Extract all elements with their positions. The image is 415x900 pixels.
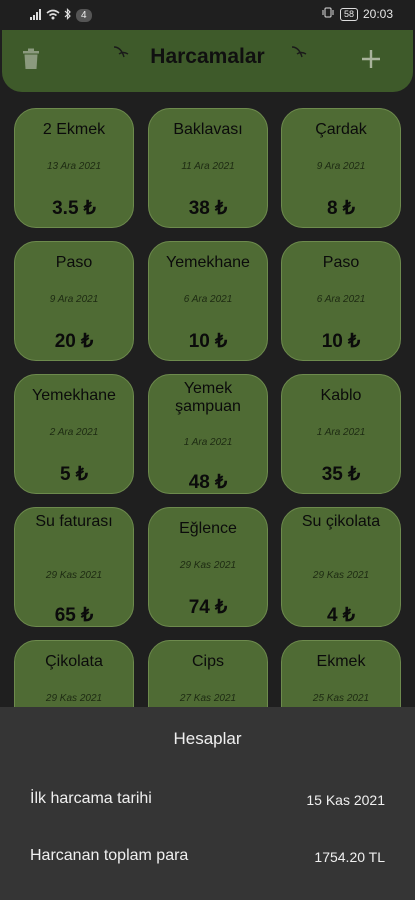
expense-amount: 38 ₺ [188,198,228,219]
expense-card[interactable]: Paso 6 Ara 2021 10 ₺ [281,241,401,361]
bluetooth-icon [64,8,72,23]
first-expense-date-label: İlk harcama tarihi [30,790,152,807]
expense-date: 1 Ara 2021 [183,437,233,448]
app-bar: Harcamalar [2,30,413,92]
expense-amount: 65 ₺ [54,605,94,626]
expense-amount: 48 ₺ [188,472,228,493]
expense-date: 13 Ara 2021 [46,161,102,172]
expense-card[interactable]: Yemekhane 2 Ara 2021 5 ₺ [14,374,134,494]
expense-title: Su faturası [35,513,113,530]
expense-amount: 3.5 ₺ [52,198,96,219]
expense-date: 25 Kas 2021 [312,693,370,704]
expense-amount: 8 ₺ [327,198,355,219]
expense-date: 29 Kas 2021 [45,570,103,581]
notification-badge: 4 [76,9,92,22]
expense-card[interactable]: Kablo 1 Ara 2021 35 ₺ [281,374,401,494]
summary-sheet: Hesaplar İlk harcama tarihi 15 Kas 2021 … [0,707,415,900]
expense-title: Yemekhane [166,254,250,271]
expense-card[interactable]: Paso 9 Ara 2021 20 ₺ [14,241,134,361]
expense-title: Yemek şampuan [175,380,241,415]
expense-amount: 5 ₺ [60,464,88,485]
status-time: 20:03 [362,7,393,21]
expense-date: 6 Ara 2021 [183,294,233,305]
first-expense-date-value: 15 Kas 2021 [306,792,385,808]
expense-card[interactable]: Baklavası 11 Ara 2021 38 ₺ [148,108,268,228]
expense-card[interactable]: Yemek şampuan 1 Ara 2021 48 ₺ [148,374,268,494]
expense-card[interactable]: Eğlence 29 Kas 2021 74 ₺ [148,507,268,627]
expense-date: 29 Kas 2021 [45,693,103,704]
expense-title: Kablo [320,387,362,404]
expense-card[interactable]: Yemekhane 6 Ara 2021 10 ₺ [148,241,268,361]
expense-title: Yemekhane [32,387,116,404]
expense-title: Paso [322,254,360,271]
expense-card[interactable]: Su çikolata 29 Kas 2021 4 ₺ [281,507,401,627]
total-spent-label: Harcanan toplam para [30,847,189,864]
vibrate-icon [321,7,335,21]
expense-date: 9 Ara 2021 [316,161,366,172]
status-bar: 4 58 20:03 [0,0,415,30]
summary-title: Hesaplar [173,729,242,748]
expense-title: Çardak [315,121,367,138]
expense-amount: 10 ₺ [321,331,361,352]
add-icon[interactable] [361,49,381,74]
expense-title: Ekmek [316,653,366,670]
expense-date: 29 Kas 2021 [312,570,370,581]
expense-title: Baklavası [173,121,243,138]
expense-date: 29 Kas 2021 [179,560,237,571]
battery-icon: 58 [339,7,358,21]
expense-title: 2 Ekmek [42,121,106,138]
page-title: Harcamalar [150,45,265,68]
expense-title: Çikolata [45,653,103,670]
expense-card[interactable]: Su faturası 29 Kas 2021 65 ₺ [14,507,134,627]
expense-date: 11 Ara 2021 [181,161,235,172]
expense-amount: 74 ₺ [188,597,228,618]
total-spent-value: 1754.20 TL [314,849,385,865]
wifi-icon [46,9,60,23]
expense-title: Paso [55,254,93,271]
expense-title: Su çikolata [301,513,381,530]
expense-date: 6 Ara 2021 [316,294,366,305]
expense-amount: 20 ₺ [54,331,94,352]
expense-card[interactable]: Çardak 9 Ara 2021 8 ₺ [281,108,401,228]
expense-card[interactable]: 2 Ekmek 13 Ara 2021 3.5 ₺ [14,108,134,228]
expense-amount: 10 ₺ [188,331,228,352]
signal-icon [30,8,42,23]
expense-date: 2 Ara 2021 [49,427,99,438]
leaf-icon [290,44,308,65]
expense-amount: 4 ₺ [327,605,355,626]
expense-title: Eğlence [179,520,237,537]
expense-date: 27 Kas 2021 [179,693,237,704]
expense-title: Cips [191,653,224,670]
expense-date: 1 Ara 2021 [316,427,366,438]
expense-date: 9 Ara 2021 [49,294,99,305]
expense-amount: 35 ₺ [321,464,361,485]
